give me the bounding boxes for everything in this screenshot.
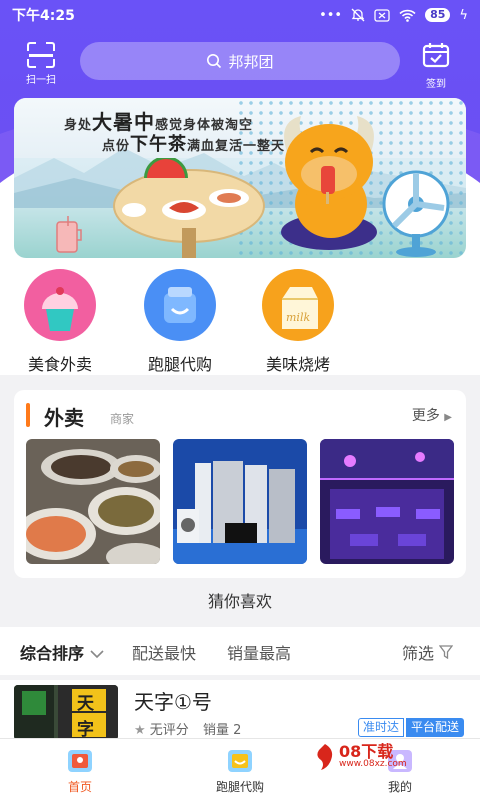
store-sign-char: 天 [77, 694, 94, 714]
sort-label: 销量最高 [227, 644, 292, 663]
more-label: 更多 [411, 408, 440, 424]
status-time: 下午4:25 [12, 8, 75, 24]
status-bar: 下午4:25 ••• 85 ϟ [0, 0, 480, 30]
filter-button[interactable]: 筛选 [402, 640, 454, 664]
promo-banner[interactable]: 身处大暑中感觉身体被淘空 点份下午茶满血复活一整天 [14, 98, 466, 258]
cupcake-icon [24, 269, 96, 341]
tag-ontime: 准时达 [358, 718, 405, 737]
watermark-url: www.08xz.com [339, 759, 407, 769]
takeout-card: 外卖 商家 更多 ▶ [14, 390, 466, 578]
nav-label: 跑腿代购 [215, 780, 264, 794]
sort-bar: 综合排序 配送最快 销量最高 筛选 [0, 627, 480, 675]
filter-label: 筛选 [402, 644, 435, 663]
drink-glass-illustration [56, 216, 82, 253]
home-cube-icon [65, 745, 95, 775]
scan-label: 扫一扫 [26, 75, 56, 86]
recommend-title: 猜你喜欢 [207, 592, 272, 611]
wifi-icon [399, 9, 416, 22]
sort-label: 配送最快 [132, 644, 197, 663]
nav-errand[interactable]: 跑腿代购 [200, 745, 280, 795]
banner-line2-pre: 点份 [102, 139, 131, 154]
tag-platform-delivery: 平台配送 [406, 718, 465, 737]
shopping-bag-icon [144, 269, 216, 341]
section-title: 外卖 [44, 406, 84, 430]
calendar-check-icon [422, 43, 450, 68]
triangle-right-icon: ▶ [444, 412, 452, 423]
banner-line1-pre: 身处 [64, 118, 93, 133]
svg-text:milk: milk [286, 311, 310, 324]
store-list-item[interactable]: 天 字 天字①号 ★ 无评分 销量 2 准时达 平台配送 [0, 680, 480, 740]
takeout-thumb-appliances[interactable] [173, 439, 307, 564]
store-sales: 销量 2 [202, 723, 242, 738]
chevron-down-icon [90, 650, 104, 659]
search-input[interactable]: 邦邦团 [80, 42, 400, 80]
mute-icon [351, 8, 365, 22]
filter-icon [438, 645, 454, 660]
category-errand-shopping[interactable]: 跑腿代购 [125, 269, 235, 375]
electric-fan-illustration [382, 170, 450, 257]
section-subtitle: 商家 [110, 412, 135, 426]
category-label: 跑腿代购 [147, 355, 212, 374]
dots-icon: ••• [319, 7, 343, 23]
sort-option-default[interactable]: 综合排序 [20, 640, 104, 664]
sort-label: 综合排序 [20, 644, 85, 663]
category-bbq[interactable]: milk 美味烧烤 [243, 269, 353, 375]
sim-off-icon [374, 8, 390, 22]
status-icons: ••• 85 ϟ [319, 8, 468, 23]
star-icon: ★ [134, 723, 146, 738]
banner-line2-big: 下午茶 [130, 134, 188, 155]
takeout-thumb-nightclub[interactable] [320, 439, 454, 564]
store-rating: 无评分 [149, 723, 189, 738]
category-grid: 美食外卖 跑腿代购 milk 美味烧烤 [0, 265, 480, 375]
checkin-label: 签到 [426, 79, 446, 90]
store-meta: ★ 无评分 销量 2 [134, 719, 241, 738]
store-sign-char: 字 [77, 720, 94, 740]
milk-carton-icon: milk [262, 269, 334, 341]
takeout-thumb-seafood[interactable] [26, 439, 160, 564]
top-bar: 扫一扫 邦邦团 签到 [0, 38, 480, 90]
sort-option-fastest[interactable]: 配送最快 [132, 640, 196, 664]
more-link[interactable]: 更多 ▶ [412, 405, 452, 425]
search-placeholder: 邦邦团 [228, 52, 274, 71]
site-watermark: 08下载 www.08xz.com [313, 738, 433, 778]
errand-cube-icon [225, 745, 255, 775]
cow-mascot-illustration [281, 116, 377, 250]
store-name: 天字①号 [134, 690, 212, 714]
store-thumbnail: 天 字 [14, 685, 118, 740]
section-accent-bar [26, 403, 30, 427]
scan-icon [27, 42, 55, 68]
search-icon [207, 54, 222, 69]
category-food-delivery[interactable]: 美食外卖 [5, 269, 115, 375]
nav-label: 首页 [67, 780, 92, 794]
nav-home[interactable]: 首页 [40, 745, 120, 795]
banner-headline-2: 点份下午茶满血复活一整天 [102, 130, 285, 156]
checkin-button[interactable]: 签到 [416, 42, 456, 90]
scan-button[interactable]: 扫一扫 [20, 42, 62, 86]
food-table-illustration [113, 158, 265, 258]
sort-option-sales[interactable]: 销量最高 [227, 640, 291, 664]
battery-indicator: 85 [425, 8, 451, 22]
watermark-logo-icon [317, 744, 333, 770]
nav-label: 我的 [387, 780, 412, 794]
category-label: 美味烧烤 [265, 355, 330, 374]
charging-icon: ϟ [459, 7, 468, 23]
category-label: 美食外卖 [27, 355, 92, 374]
